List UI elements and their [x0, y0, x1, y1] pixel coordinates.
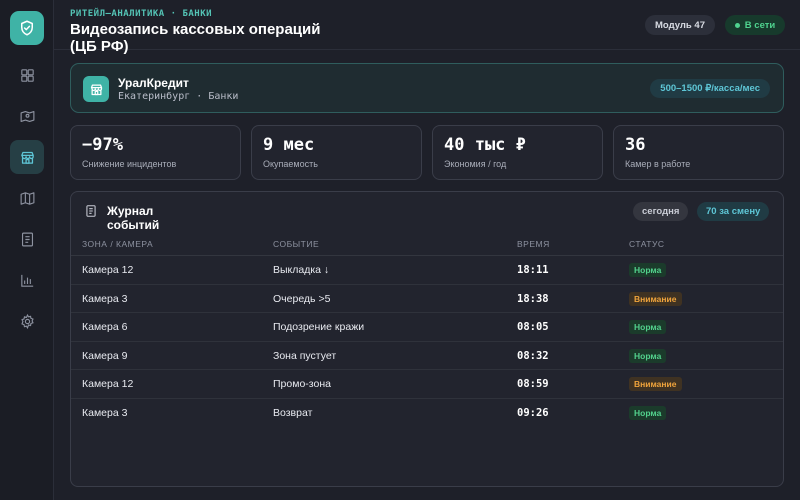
document-icon	[21, 232, 33, 246]
column-header-zone[interactable]: ЗОНА / КАМЕРА	[82, 239, 153, 249]
status-badge: Норма	[629, 320, 667, 335]
kpi-value: −97%	[82, 135, 123, 155]
kpi-value: 40 тыс ₽	[444, 135, 526, 155]
company-card[interactable]: УралКредит Екатеринбург · Банки 500–1500…	[70, 63, 784, 113]
status-dot-icon	[734, 22, 740, 28]
nav-routes[interactable]	[10, 99, 44, 133]
online-status-label: В сети	[744, 19, 776, 31]
bar-chart-icon	[20, 274, 33, 287]
top-header: РИТЕЙЛ—АНАЛИТИКА · БАНКИ Видеозапись кас…	[54, 0, 800, 55]
event-cell: Выкладка ↓	[273, 264, 330, 276]
table-row[interactable]: Камера 12 Выкладка ↓ 18:11 Норма	[71, 256, 783, 285]
online-status-badge: В сети	[725, 15, 785, 35]
kpi-label: Окупаемость	[263, 159, 318, 169]
zone-cell: Камера 12	[82, 264, 134, 276]
zone-cell: Камера 12	[82, 378, 134, 391]
table-row[interactable]: Камера 12 Промо-зона 08:59 Внимание	[71, 370, 783, 399]
journal-title: Журнал событий	[107, 204, 160, 232]
document-icon	[86, 205, 96, 217]
table-row[interactable]: Камера 6 Подозрение кражи 08:05 Норма	[71, 313, 783, 342]
time-cell: 08:05	[517, 321, 549, 334]
event-cell: Подозрение кражи	[273, 321, 365, 334]
nav-dashboard[interactable]	[10, 58, 44, 92]
status-badge: Норма	[629, 406, 667, 420]
zone-cell: Камера 3	[82, 407, 128, 419]
table-row[interactable]: Камера 9 Зона пустует 08:32 Норма	[71, 342, 783, 371]
kpi-value: 9 мес	[263, 135, 315, 155]
filter-today-chip[interactable]: сегодня	[633, 202, 689, 221]
dashboard-icon	[20, 68, 34, 82]
module-badge[interactable]: Модуль 47	[645, 15, 715, 35]
time-cell: 18:38	[517, 292, 549, 305]
nav-map[interactable]	[10, 181, 44, 215]
store-icon	[83, 76, 109, 102]
company-name: УралКредит	[118, 76, 189, 90]
kpi-card-cameras: 36 Камер в работе	[613, 125, 784, 180]
kpi-card-incidents: −97% Снижение инцидентов	[70, 125, 241, 180]
time-cell: 08:59	[517, 378, 549, 391]
separator-dot: ·	[196, 91, 209, 102]
event-cell: Зона пустует	[273, 349, 337, 362]
gear-icon	[20, 313, 34, 329]
breadcrumb: РИТЕЙЛ—АНАЛИТИКА · БАНКИ	[70, 9, 213, 19]
nav-analytics[interactable]	[10, 263, 44, 297]
event-cell: Промо-зона	[273, 378, 331, 391]
column-header-status[interactable]: СТАТУС	[629, 239, 665, 249]
status-badge: Норма	[629, 263, 667, 277]
event-cell: Возврат	[273, 407, 313, 419]
kpi-label: Снижение инцидентов	[82, 159, 177, 169]
time-cell: 18:11	[517, 264, 549, 276]
zone-cell: Камера 3	[82, 292, 128, 305]
table-row[interactable]: Камера 3 Очередь >5 18:38 Внимание	[71, 285, 783, 314]
zone-cell: Камера 6	[82, 321, 128, 334]
map-icon	[20, 191, 34, 205]
event-journal-panel: Журнал событий сегодня 70 за смену ЗОНА …	[70, 191, 784, 487]
company-sector: Банки	[208, 91, 239, 102]
time-cell: 08:32	[517, 349, 549, 362]
kpi-card-savings: 40 тыс ₽ Экономия / год	[432, 125, 603, 180]
kpi-label: Экономия / год	[444, 159, 507, 169]
table-row[interactable]: Камера 3 Возврат 09:26 Норма	[71, 399, 783, 428]
shield-logo-icon[interactable]	[10, 11, 44, 45]
company-location: Екатеринбург · Банки	[118, 91, 238, 102]
time-cell: 09:26	[517, 407, 549, 419]
nav-stores[interactable]	[10, 140, 44, 174]
status-badge: Внимание	[629, 377, 682, 392]
shift-count-chip[interactable]: 70 за смену	[697, 202, 770, 221]
status-badge: Норма	[629, 348, 667, 363]
nav-documents[interactable]	[10, 222, 44, 256]
kpi-value: 36	[625, 135, 646, 155]
kpi-label: Камер в работе	[625, 159, 691, 169]
page-title: Видеозапись кассовых операций (ЦБ РФ)	[70, 21, 321, 55]
company-city: Екатеринбург	[118, 91, 191, 102]
store-icon	[20, 151, 34, 164]
map-route-icon	[20, 110, 34, 122]
column-header-time[interactable]: ВРЕМЯ	[517, 239, 550, 249]
price-badge: 500–1500 ₽/касса/мес	[650, 79, 770, 98]
kpi-card-payback: 9 мес Окупаемость	[251, 125, 422, 180]
column-header-event[interactable]: СОБЫТИЕ	[273, 239, 319, 249]
zone-cell: Камера 9	[82, 349, 128, 362]
status-badge: Внимание	[629, 291, 682, 306]
sidebar	[0, 0, 54, 500]
nav-settings[interactable]	[10, 304, 44, 338]
event-cell: Очередь >5	[273, 292, 331, 305]
